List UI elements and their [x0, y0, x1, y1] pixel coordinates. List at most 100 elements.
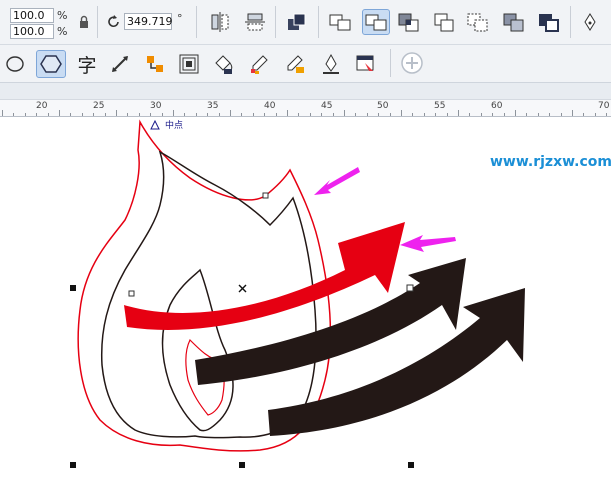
- add-tool-button[interactable]: [400, 51, 424, 75]
- ruler-tick: [218, 113, 220, 116]
- trim-button[interactable]: [362, 9, 390, 35]
- color-eyedropper-tool[interactable]: [247, 52, 271, 76]
- connector-icon: [147, 56, 163, 72]
- paint-bucket-icon: [215, 55, 233, 74]
- hexagon-icon: [40, 55, 62, 73]
- ruler-tick: [401, 110, 402, 116]
- lock-ratio-button[interactable]: [72, 10, 96, 34]
- separator: [196, 6, 197, 38]
- front-minus-back-button[interactable]: [466, 10, 490, 34]
- ruler-tick: [309, 113, 311, 116]
- separator: [318, 6, 319, 38]
- ruler-tick: [161, 113, 163, 116]
- combine-button[interactable]: [285, 10, 309, 34]
- node-handle[interactable]: [262, 192, 269, 199]
- ruler-tick: [173, 110, 174, 116]
- pen-nib-icon: [584, 13, 596, 31]
- ruler-tick: [332, 113, 334, 116]
- back-minus-front-button[interactable]: [502, 10, 526, 34]
- ruler-tick: [2, 110, 3, 116]
- fill-bucket-tool[interactable]: [212, 52, 236, 76]
- interactive-fill-tool[interactable]: [354, 52, 378, 76]
- outline-tool[interactable]: [319, 52, 343, 76]
- ruler-tick: [252, 113, 254, 116]
- drawing-canvas[interactable]: 中点 www.rjzxw.com: [0, 117, 611, 502]
- attributes-eyedropper-icon: [287, 55, 304, 73]
- ruler-label: 45: [321, 101, 333, 111]
- polygon-tool[interactable]: [36, 50, 66, 78]
- node-handle[interactable]: [406, 284, 414, 292]
- node-handle[interactable]: [128, 290, 135, 297]
- inner-flame-black[interactable]: [161, 268, 234, 432]
- front-minus-back-icon: [467, 13, 488, 32]
- ruler-tick: [81, 113, 83, 116]
- create-boundary-button[interactable]: [537, 10, 561, 34]
- ruler-label: 50: [377, 101, 389, 111]
- rotation-angle-input[interactable]: 349.719: [124, 13, 173, 30]
- artwork: [70, 119, 525, 468]
- ruler-tick: [458, 110, 459, 116]
- ruler-tick: [412, 113, 414, 116]
- ruler-tick: [549, 113, 551, 116]
- ruler-tick: [24, 113, 26, 116]
- intersect-button[interactable]: [397, 10, 421, 34]
- height-unit: %: [57, 25, 68, 38]
- interactive-fill-icon: [356, 55, 374, 71]
- horizontal-ruler: 20 25 30 35 40 45 50 55 60 70: [0, 100, 611, 117]
- ruler-tick: [47, 113, 49, 116]
- mirror-horizontal-button[interactable]: [208, 10, 232, 34]
- property-bar: 100.0 100.0 % % 349.719 °: [0, 0, 611, 45]
- document-tab-strip: [0, 83, 611, 100]
- ruler-tick: [572, 110, 573, 116]
- separator: [97, 6, 98, 38]
- ruler-tick: [515, 110, 516, 116]
- contour-tool[interactable]: [177, 52, 201, 76]
- outline-pen-icon: [323, 53, 339, 74]
- outline-pen-button[interactable]: [578, 10, 602, 34]
- width-unit: %: [57, 9, 68, 22]
- ruler-tick: [70, 113, 72, 116]
- text-tool[interactable]: 字: [74, 51, 100, 77]
- ruler-tick: [378, 113, 380, 116]
- ellipse-tool[interactable]: [3, 52, 27, 76]
- mirror-horizontal-icon: [211, 12, 229, 32]
- attributes-eyedropper-tool[interactable]: [283, 52, 307, 76]
- dimension-tool[interactable]: [108, 52, 132, 76]
- ruler-tick: [594, 113, 596, 116]
- watermark: www.rjzxw.com: [490, 154, 611, 170]
- trim-icon: [365, 14, 387, 31]
- ruler-tick: [127, 113, 129, 116]
- weld-icon: [329, 14, 351, 31]
- ruler-label: 40: [264, 101, 276, 111]
- ruler-tick: [275, 113, 277, 116]
- ruler-tick: [138, 113, 140, 116]
- ruler-tick: [207, 113, 209, 116]
- scale-height-input[interactable]: 100.0: [10, 24, 54, 39]
- mirror-vertical-icon: [245, 13, 265, 31]
- ruler-tick: [241, 113, 243, 116]
- simplify-button[interactable]: [432, 10, 456, 34]
- midpoint-icon: [150, 119, 160, 130]
- ruler-tick: [480, 113, 482, 116]
- contour-icon: [179, 54, 199, 74]
- center-marker[interactable]: [238, 284, 247, 293]
- back-minus-front-icon: [503, 13, 524, 32]
- ruler-label: 30: [150, 101, 162, 111]
- weld-button[interactable]: [328, 10, 352, 34]
- ruler-tick: [36, 113, 38, 116]
- connector-tool[interactable]: [143, 52, 167, 76]
- ruler-tick: [503, 113, 505, 116]
- ruler-tick: [344, 110, 345, 116]
- ruler-label: 55: [434, 101, 446, 111]
- ruler-tick: [264, 113, 266, 116]
- tool-bar: 字: [0, 45, 611, 83]
- ruler-tick: [321, 113, 323, 116]
- mirror-vertical-button[interactable]: [243, 10, 267, 34]
- simplify-icon: [434, 13, 454, 32]
- scale-width-input[interactable]: 100.0: [10, 8, 54, 23]
- rotate-angle-label: [102, 10, 126, 34]
- ruler-tick: [469, 113, 471, 116]
- eyedropper-icon: [251, 55, 268, 74]
- ruler-label: 25: [93, 101, 105, 111]
- rotation-unit: °: [177, 12, 183, 25]
